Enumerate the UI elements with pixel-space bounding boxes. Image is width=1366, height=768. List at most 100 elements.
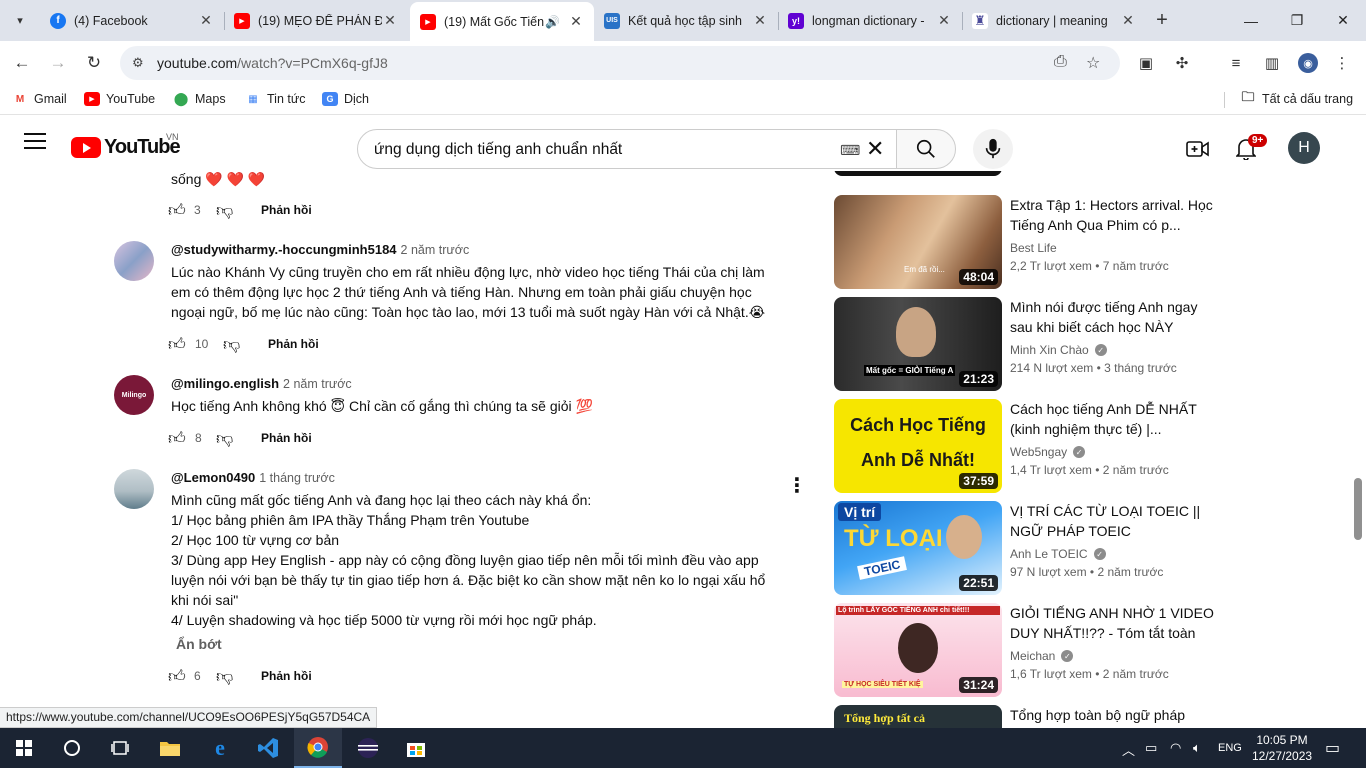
video-title[interactable]: Mình nói được tiếng Anh ngay sau khi biế… [1010,297,1215,337]
side-panel-icon[interactable]: ▥ [1262,53,1282,73]
related-video[interactable]: Vị trí TỪ LOẠI TOEIC 22:51 VỊ TRÍ CÁC TỪ… [834,501,1234,595]
restore-button[interactable]: ❐ [1274,0,1320,41]
chrome-button[interactable] [294,728,342,768]
file-explorer-button[interactable] [146,728,194,768]
avatar[interactable]: Milingo [114,375,154,415]
back-button[interactable]: ← [8,49,36,77]
search-query[interactable]: ứng dụng dịch tiếng anh chuẩn nhất [374,141,622,159]
tab-youtube-meo[interactable]: ▶ (19) MẸO ĐỂ PHÁN Đ ✕ [224,4,408,37]
video-thumbnail[interactable]: Cách Học Tiếng Anh Dễ Nhất! 37:59 [834,399,1002,493]
tab-facebook[interactable]: f (4) Facebook ✕ [40,4,224,37]
video-thumbnail[interactable]: Vị trí TỪ LOẠI TOEIC 22:51 [834,501,1002,595]
vscode-button[interactable] [244,728,292,768]
reload-button[interactable]: ↻ [80,49,108,77]
bookmark-star-icon[interactable]: ☆ [1086,53,1100,73]
search-button[interactable] [896,129,956,169]
reply-button[interactable]: Phản hồi [261,669,312,683]
menu-icon[interactable] [24,133,46,151]
site-info-icon[interactable]: ⚙ [132,55,144,71]
related-video[interactable]: Tổng hợp tất cả Tổng hợp toàn bộ ngữ phá… [834,705,1234,728]
speaker-icon[interactable]: 🔊 [545,15,560,29]
video-thumbnail[interactable]: Lộ trình LẤY GỐC TIẾNG ANH chi tiết!!! T… [834,603,1002,697]
dislike-icon[interactable]: 👎︎ [223,334,240,355]
channel-name[interactable]: Anh Le TOEIC ✓ [1010,547,1106,561]
comment-author[interactable]: @milingo.english [171,376,279,391]
close-window-button[interactable]: ✕ [1320,0,1366,41]
show-hidden-icons[interactable]: ︿ [1122,740,1135,759]
tab-ket-qua[interactable]: UIS Kết quả học tập sinh ✕ [594,4,778,37]
dislike-icon[interactable]: 👎︎ [216,200,233,221]
bookmark-translate[interactable]: G Dịch [322,92,369,106]
task-view-button[interactable] [96,728,144,768]
extension-icon[interactable]: ▣ [1136,53,1156,73]
search-button[interactable] [48,728,96,768]
forward-button[interactable]: → [44,49,72,77]
eclipse-button[interactable] [344,728,392,768]
like-icon[interactable]: 👍︎ [168,200,186,221]
close-icon[interactable]: ✕ [382,12,398,29]
install-app-icon[interactable]: ⎙ [1054,53,1067,71]
wifi-icon[interactable]: ◠ [1170,740,1181,756]
close-icon[interactable]: ✕ [936,12,952,29]
comment-author[interactable]: @studywitharmy.-hoccungminh5184 [171,242,397,257]
video-thumbnail[interactable]: Tổng hợp tất cả [834,705,1002,728]
comment-time[interactable]: 2 năm trước [283,377,352,391]
close-icon[interactable]: ✕ [1120,12,1136,29]
clear-search-icon[interactable]: ✕ [866,136,884,162]
comment-time[interactable]: 1 tháng trước [259,471,335,485]
like-icon[interactable]: 👍︎ [168,334,186,355]
new-tab-button[interactable]: + [1150,8,1174,32]
avatar[interactable] [114,469,154,509]
dislike-icon[interactable]: 👎︎ [216,428,233,449]
close-icon[interactable]: ✕ [568,13,584,30]
address-bar[interactable]: ⚙ youtube.com/watch?v=PCmX6q-gfJ8 ⎙ ☆ [120,46,1120,80]
battery-icon[interactable]: ▭ [1145,740,1157,756]
tab-search-button[interactable]: ▾ [6,7,34,33]
media-control-icon[interactable]: ≡ [1226,53,1246,73]
close-icon[interactable]: ✕ [752,12,768,29]
tab-youtube-active[interactable]: ▶ (19) Mất Gốc Tiến 🔊 ✕ [410,2,594,41]
channel-name[interactable]: Web5ngay ✓ [1010,445,1086,459]
related-video[interactable]: Cách Học Tiếng Anh Dễ Nhất! 37:59 Cách h… [834,399,1234,493]
minimize-button[interactable]: — [1228,0,1274,41]
tab-dictionary[interactable]: ♜ dictionary | meaning ✕ [962,4,1146,37]
clock[interactable]: 10:05 PM 12/27/2023 [1252,732,1312,764]
page-scrollbar[interactable] [1354,478,1362,540]
channel-name[interactable]: Minh Xin Chào ✓ [1010,343,1107,357]
extensions-puzzle-icon[interactable]: ✣ [1172,53,1192,73]
avatar[interactable] [114,241,154,281]
related-video[interactable]: Em đã rồi... 48:04 Extra Tập 1: Hectors … [834,195,1234,289]
comment-menu-icon[interactable]: ⋮ [787,476,807,496]
voice-search-button[interactable] [973,129,1013,169]
close-icon[interactable]: ✕ [198,12,214,29]
url-text[interactable]: youtube.com/watch?v=PCmX6q-gfJ8 [157,55,388,71]
video-thumbnail[interactable]: Mất gốc = GIỎI Tiếng A 21:23 [834,297,1002,391]
video-thumbnail[interactable]: Em đã rồi... 48:04 [834,195,1002,289]
channel-name[interactable]: Best Life [1010,241,1057,255]
video-title[interactable]: Tổng hợp toàn bộ ngữ pháp [1010,705,1215,725]
bookmark-gmail[interactable]: M Gmail [12,92,67,106]
search-input[interactable]: ứng dụng dịch tiếng anh chuẩn nhất ⌨ ✕ [357,129,897,169]
dislike-icon[interactable]: 👎︎ [216,666,233,687]
reply-button[interactable]: Phản hồi [268,337,319,351]
profile-avatar-icon[interactable]: ◉ [1298,53,1318,73]
tab-longman[interactable]: y! longman dictionary - ✕ [778,4,962,37]
menu-kebab-icon[interactable]: ⋮ [1332,53,1352,73]
thumbnail-partial[interactable] [834,171,1002,176]
language-indicator[interactable]: ENG [1218,742,1242,754]
all-bookmarks[interactable]: 🗀 Tất cả dấu trang [1240,89,1353,106]
comment-time[interactable]: 2 năm trước [401,243,470,257]
video-title[interactable]: VỊ TRÍ CÁC TỪ LOẠI TOEIC || NGỮ PHÁP TOE… [1010,501,1215,541]
start-button[interactable] [0,728,48,768]
bookmark-youtube[interactable]: ▶ YouTube [84,92,155,106]
comment-author[interactable]: @Lemon0490 [171,470,255,485]
account-avatar[interactable]: H [1288,132,1320,164]
related-video[interactable]: Mất gốc = GIỎI Tiếng A 21:23 Mình nói đư… [834,297,1234,391]
create-video-icon[interactable] [1186,137,1210,161]
video-title[interactable]: Cách học tiếng Anh DỄ NHẤT (kinh nghiệm … [1010,399,1215,439]
video-title[interactable]: GIỎI TIẾNG ANH NHỜ 1 VIDEO DUY NHẤT!!?? … [1010,603,1215,643]
reply-button[interactable]: Phản hồi [261,203,312,217]
related-video[interactable]: Lộ trình LẤY GỐC TIẾNG ANH chi tiết!!! T… [834,603,1234,697]
reply-button[interactable]: Phản hồi [261,431,312,445]
edge-button[interactable]: e [196,728,244,768]
